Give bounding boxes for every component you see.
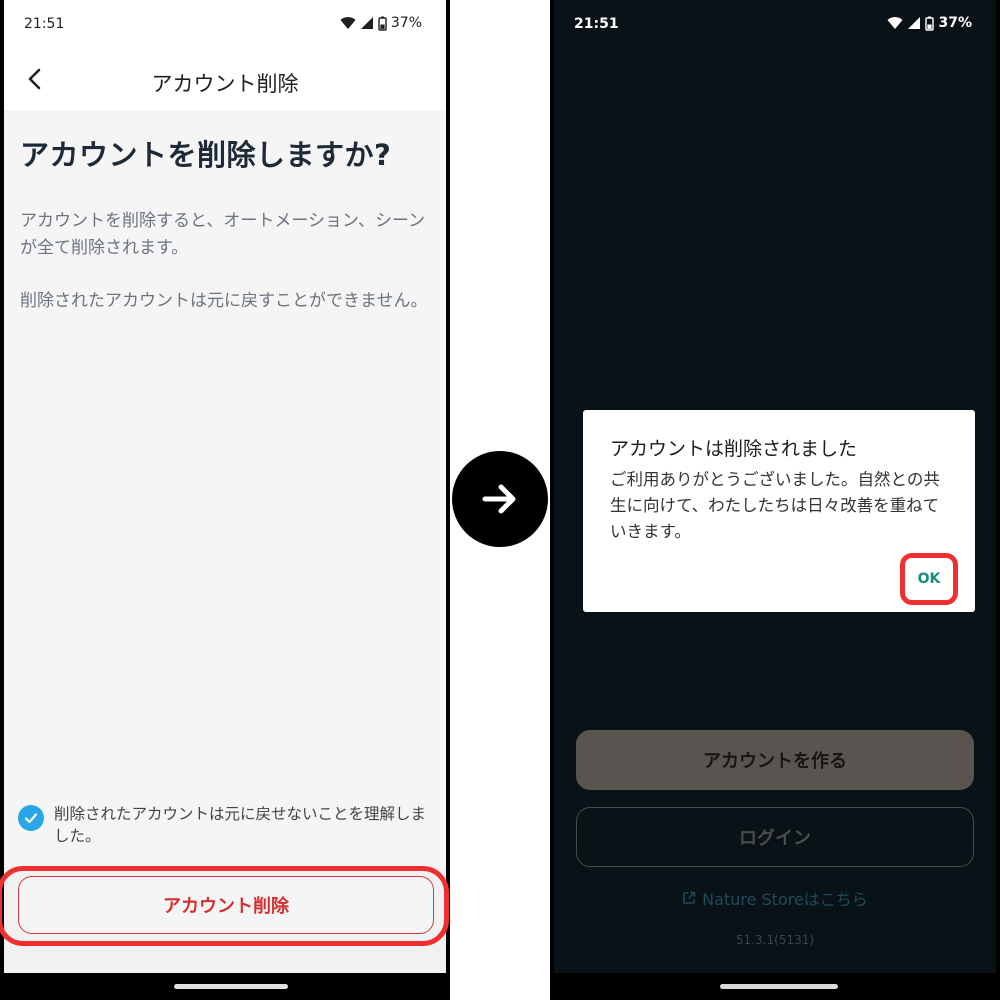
status-time: 21:51 bbox=[24, 16, 65, 32]
login-button[interactable]: ログイン bbox=[576, 807, 974, 867]
arrow-right-icon bbox=[482, 484, 516, 514]
home-indicator bbox=[720, 984, 838, 989]
delete-account-page: 21:51 37% アカウント削除 アカウントを削除しますか? アカウントを削除… bbox=[4, 0, 446, 989]
status-icons: 37% bbox=[340, 15, 422, 31]
app-version: 51.3.1(5131) bbox=[735, 933, 815, 947]
create-account-button[interactable]: アカウントを作る bbox=[576, 730, 974, 790]
nature-store-link-label: Nature Storeはこちら bbox=[702, 890, 868, 909]
confirm-heading: アカウントを削除しますか? bbox=[20, 138, 392, 172]
warning-text-1: アカウントを削除すると、オートメーション、シーンが全て削除されます。 bbox=[20, 211, 426, 258]
before-screen: 21:51 37% アカウント削除 アカウントを削除しますか? アカウントを削除… bbox=[0, 0, 450, 1000]
page-title: アカウント削除 bbox=[151, 72, 299, 96]
confirm-checkbox-row[interactable]: 削除されたアカウントは元に戻せないことを理解しました。 bbox=[18, 803, 438, 847]
deleted-dialog: アカウントは削除されました ご利用ありがとうございました。自然との共生に向けて、… bbox=[583, 410, 975, 612]
external-link-icon bbox=[683, 891, 696, 904]
warning-text-2: 削除されたアカウントは元に戻すことができません。 bbox=[20, 291, 428, 311]
signal-icon bbox=[908, 17, 921, 29]
wifi-icon bbox=[340, 17, 356, 29]
dialog-message: ご利用ありがとうございました。自然との共生に向けて、わたしたちは日々改善を重ねて… bbox=[610, 470, 940, 541]
highlight-delete-button bbox=[0, 866, 449, 946]
battery-icon bbox=[925, 16, 935, 31]
battery-percent: 37% bbox=[390, 15, 422, 31]
status-icons: 37% bbox=[887, 15, 972, 31]
battery-icon bbox=[378, 16, 387, 31]
status-bar: 21:51 37% bbox=[4, 0, 446, 48]
confirm-checkbox-label: 削除されたアカウントは元に戻せないことを理解しました。 bbox=[54, 805, 427, 845]
status-time: 21:51 bbox=[574, 16, 619, 32]
confirm-checkbox[interactable] bbox=[18, 805, 44, 831]
wifi-icon bbox=[887, 17, 903, 29]
dialog-title: アカウントは削除されました bbox=[610, 438, 858, 460]
nature-store-link[interactable]: Nature Storeはこちら bbox=[554, 886, 996, 910]
transition-arrow bbox=[452, 451, 548, 547]
checkmark-icon bbox=[24, 813, 38, 824]
ok-button[interactable]: OK bbox=[909, 562, 949, 596]
app-bar: アカウント削除 bbox=[4, 48, 446, 110]
after-screen: 21:51 37% アカウントは削除されました ご利用ありがとうございました。自… bbox=[550, 0, 1000, 1000]
account-deleted-page: 21:51 37% アカウントは削除されました ご利用ありがとうございました。自… bbox=[554, 0, 996, 989]
signal-icon bbox=[360, 17, 373, 29]
battery-percent: 37% bbox=[938, 15, 972, 31]
home-indicator bbox=[174, 984, 288, 989]
